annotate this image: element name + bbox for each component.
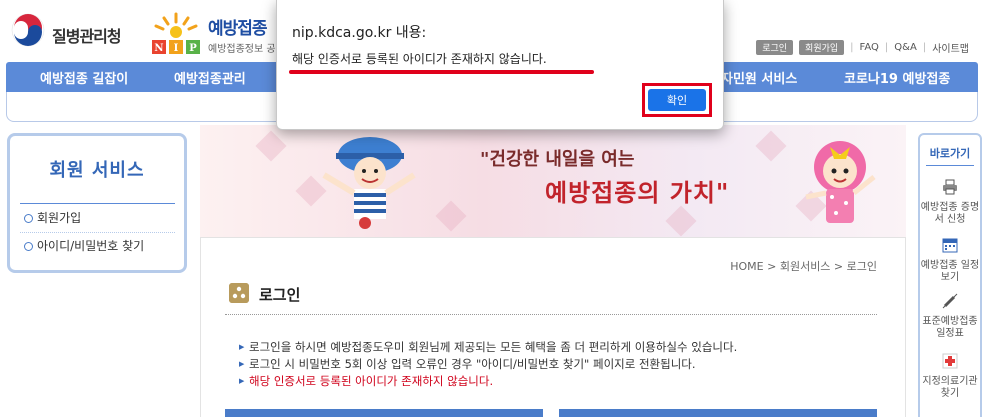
svg-text:P: P (189, 43, 197, 54)
login-tab-left[interactable] (225, 409, 543, 417)
sidebar-title: 회원 서비스 (49, 160, 145, 181)
banner-pattern (255, 130, 287, 162)
login-notes: 로그인을 하시면 예방접종도우미 회원님께 제공되는 모든 혜택을 좀 더 편리… (239, 339, 737, 390)
quick-item-label: 예방접종 증명서 신청 (920, 202, 980, 225)
banner-slogan-line1: "건강한 내일을 여는 (480, 149, 635, 170)
boy-character-icon (322, 137, 416, 229)
quick-links-divider (926, 165, 974, 166)
banner-pattern (665, 205, 697, 237)
girl-character-icon (805, 141, 876, 223)
join-link[interactable]: 회원가입 (799, 40, 845, 55)
banner-pattern (755, 130, 787, 162)
nav-item-guide[interactable]: 예방접종 길잡이 (40, 68, 128, 87)
message-highlight-underline (289, 70, 594, 74)
hospital-icon (942, 353, 958, 369)
quick-item-label: 예방접종 일정보기 (920, 260, 980, 283)
nav-item-management[interactable]: 예방접종관리 (174, 68, 246, 87)
quick-item-label: 표준예방접종 일정표 (922, 316, 978, 339)
member-service-sidebar: 회원 서비스 회원가입 아이디/비밀번호 찾기 (7, 133, 187, 273)
sidebar-separator (20, 232, 175, 233)
quick-item-hospital[interactable]: 지정의료기관 찾기 (920, 353, 980, 400)
breadcrumb: HOME > 회원서비스 > 로그인 (730, 260, 877, 273)
dialog-title: nip.kdca.go.kr 내용: (292, 25, 427, 41)
quick-item-label: 지정의료기관 찾기 (922, 376, 978, 399)
main-content: HOME > 회원서비스 > 로그인 로그인 로그인을 하시면 예방접종도우미 … (200, 237, 906, 417)
quick-item-standard-schedule[interactable]: 표준예방접종 일정표 (920, 293, 980, 340)
sitemap-link[interactable]: 사이트맵 (932, 40, 969, 55)
faq-link[interactable]: FAQ (860, 42, 879, 53)
dialog-message: 해당 인증서로 등록된 아이디가 존재하지 않습니다. (292, 52, 547, 66)
dialog-ok-button[interactable]: 확인 (648, 89, 706, 111)
quick-links-title: 바로가기 (929, 147, 971, 160)
nip-title[interactable]: 예방접종 (208, 14, 268, 39)
note-item-error: 해당 인증서로 등록된 아이디가 존재하지 않습니다. (239, 373, 737, 390)
quick-item-schedule[interactable]: 예방접종 일정보기 (920, 237, 980, 284)
hero-banner: "건강한 내일을 여는 예방접종의 가치" (200, 125, 906, 237)
note-item: 로그인을 하시면 예방접종도우미 회원님께 제공되는 모든 혜택을 좀 더 편리… (239, 339, 737, 356)
page-title: 로그인 (259, 286, 301, 304)
svg-text:N: N (154, 43, 163, 54)
note-item: 로그인 시 비밀번호 5회 이상 입력 오류인 경우 "아이디/비밀번호 찾기"… (239, 356, 737, 373)
title-divider (225, 314, 877, 315)
utility-menu: 로그인 회원가입 | FAQ | Q&A | 사이트맵 (756, 40, 969, 55)
util-divider: | (884, 42, 889, 53)
quick-item-certificate[interactable]: 예방접종 증명서 신청 (920, 179, 980, 226)
ok-button-highlight: 확인 (642, 83, 712, 117)
banner-slogan-line2: 예방접종의 가치" (545, 178, 730, 207)
calendar-icon (942, 238, 958, 253)
nip-logo-icon[interactable]: N I P (150, 10, 202, 56)
sidebar-item-find-id-password[interactable]: 아이디/비밀번호 찾기 (24, 237, 144, 254)
nip-subtitle: 예방접종정보 공 (208, 44, 276, 55)
sidebar-divider (20, 203, 175, 204)
kdca-name[interactable]: 질병관리청 (52, 23, 122, 47)
svg-text:I: I (174, 43, 179, 54)
util-divider: | (922, 42, 927, 53)
quick-links-panel: 바로가기 예방접종 증명서 신청 예방접종 일정보기 표준예방접종 일정표 지정… (918, 133, 982, 417)
sidebar-item-join[interactable]: 회원가입 (24, 209, 81, 226)
alert-dialog: nip.kdca.go.kr 내용: 해당 인증서로 등록된 아이디가 존재하지… (276, 0, 724, 130)
login-tab-right[interactable] (559, 409, 877, 417)
nav-item-covid19[interactable]: 코로나19 예방접종 (844, 68, 950, 87)
kdca-logo-icon[interactable] (10, 12, 46, 48)
qna-link[interactable]: Q&A (894, 42, 917, 53)
banner-pattern (435, 200, 467, 232)
page-title-icon (229, 283, 249, 303)
nav-item-civil-service[interactable]: 자민원 서비스 (721, 68, 797, 87)
util-divider: | (850, 42, 854, 53)
login-link[interactable]: 로그인 (756, 40, 794, 55)
page-root: 질병관리청 N I P 예방접종 예방접종정보 공 로그인 회원가입 | FAQ (0, 0, 989, 417)
syringe-icon (942, 293, 958, 309)
printer-icon (943, 179, 957, 195)
